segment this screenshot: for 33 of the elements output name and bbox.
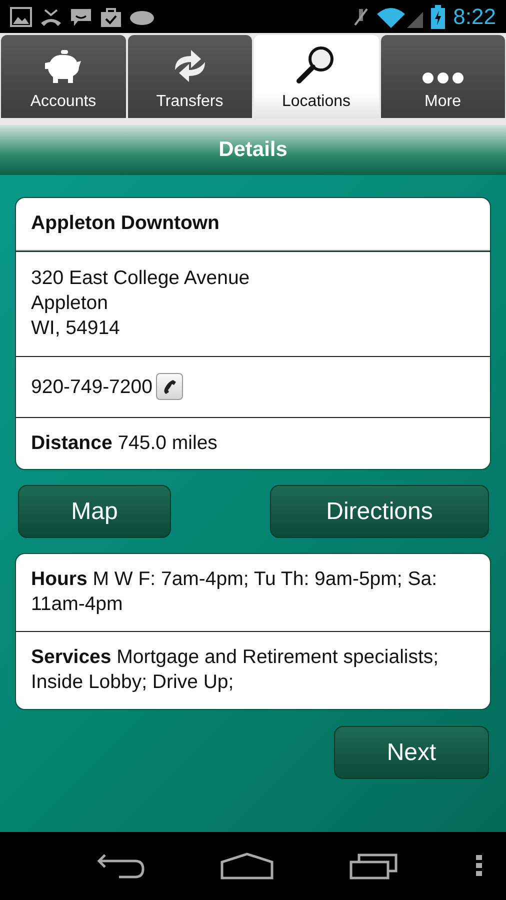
bag-icon [100,6,122,26]
clock-time: 8:22 [453,3,496,31]
next-button[interactable]: Next [334,726,489,779]
back-icon[interactable] [97,852,146,880]
search-icon [296,44,336,84]
screen-title: Details [0,125,506,175]
tab[interactable]: More [380,35,505,118]
wifi-icon [377,6,424,28]
directions-button[interactable]: Directions [270,485,489,538]
address-line: Appleton [31,291,109,316]
phone-number: 920-749-7200 [31,376,152,398]
info-text: Hours M W F: 7am-4pm; Tu Th: 9am-5pm; Sa: 11am-4pm [31,567,438,617]
tab[interactable]: Accounts [1,35,126,118]
more-icon [422,72,464,84]
missed-call-icon [40,6,62,26]
recent-apps-icon[interactable] [348,852,399,880]
map-button[interactable]: Map [18,485,171,538]
info-text: Services Mortgage and Retirement specialists; Inside Lobby; Drive Up; [31,645,440,695]
image-icon [10,6,32,26]
address-line: WI, 54914 [31,316,121,341]
mute-icon [353,6,370,26]
tab[interactable]: Transfers [128,35,252,118]
call-button[interactable] [156,373,184,400]
tab[interactable]: Locations [254,35,378,118]
address-line: 320 East College Avenue [31,266,251,291]
branch-name: Appleton Downtown [31,211,220,236]
battery-icon [431,4,446,28]
phone-icon [162,378,177,394]
distance-text: Distance 745.0 miles [31,431,218,456]
overflow-menu-icon[interactable] [476,855,482,877]
piggy-bank-icon [44,50,82,84]
home-icon[interactable] [220,852,274,880]
chat-icon [70,6,92,26]
